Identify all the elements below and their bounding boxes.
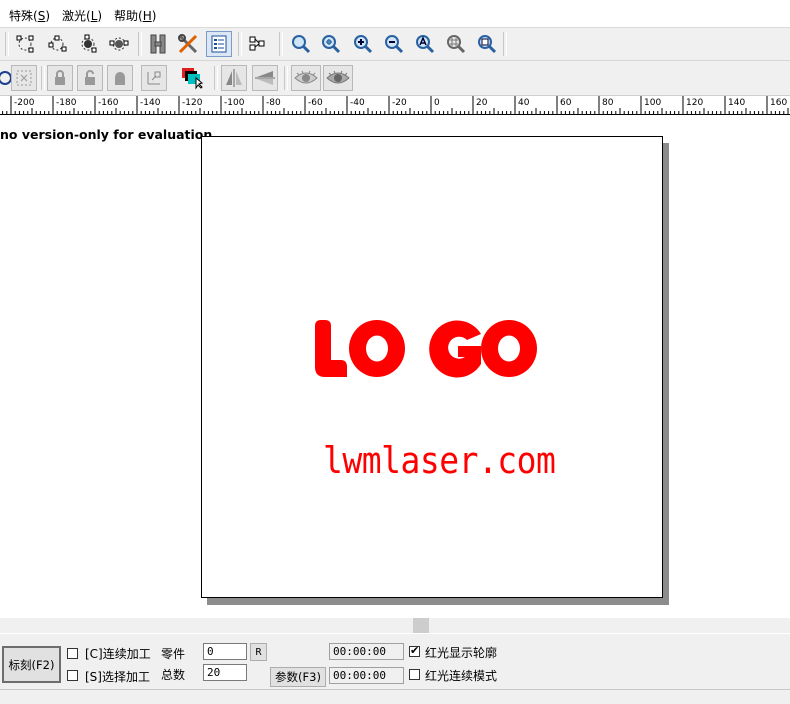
menu-bar: 特殊(S) 激光(L) 帮助(H) <box>0 0 790 28</box>
reset-parts-button[interactable]: R <box>250 643 267 661</box>
toolbar-separator <box>503 32 507 56</box>
h-hatch-icon[interactable] <box>145 31 171 57</box>
total-time-field: 00:00:00 <box>329 667 404 684</box>
ruler-label: 0 <box>434 98 440 108</box>
node-break-icon[interactable] <box>106 31 132 57</box>
tools-icon[interactable] <box>175 31 201 57</box>
node-delete-icon[interactable] <box>75 31 101 57</box>
lock-icon[interactable] <box>47 65 73 91</box>
scrollbar-thumb[interactable] <box>413 618 429 633</box>
continuous-label: [C]连续加工 <box>85 647 151 661</box>
main-toolbar <box>0 28 790 61</box>
zoom-in-icon[interactable] <box>318 31 344 57</box>
group-icon[interactable] <box>245 31 271 57</box>
eye-icon[interactable] <box>291 65 321 91</box>
toolbar-separator <box>238 32 242 56</box>
mirror-horizontal-icon[interactable] <box>221 65 247 91</box>
ruler-label: 40 <box>518 98 530 108</box>
unlock-icon[interactable] <box>77 65 103 91</box>
lock-shape-icon[interactable] <box>107 65 133 91</box>
parts-label: 零件 <box>161 647 186 661</box>
demo-notice: no version-only for evaluation <box>0 127 213 142</box>
color-icon[interactable] <box>179 65 205 91</box>
ruler-label: 60 <box>560 98 572 108</box>
red-continuous-label: 红光连续模式 <box>425 669 498 683</box>
select-process-checkbox[interactable] <box>67 670 78 681</box>
select-process-label: [S]选择加工 <box>85 670 150 684</box>
ruler-label: -60 <box>308 98 323 108</box>
red-outline-label: 红光显示轮廓 <box>425 646 498 660</box>
ruler-ticks: -200 -180 -160 -140 -120 -100 -80 -60 -40 -20 0 20 4… <box>2 96 789 114</box>
zoom-icon[interactable] <box>288 31 314 57</box>
ruler-label: 140 <box>728 98 745 108</box>
total-label: 总数 <box>161 668 186 682</box>
ruler-label: -180 <box>56 98 77 108</box>
drawing-canvas[interactable]: no version-only for evaluation lwmlaser.… <box>0 115 790 618</box>
red-outline-checkbox[interactable] <box>409 644 420 657</box>
status-divider <box>0 689 790 690</box>
ruler-label: -20 <box>392 98 407 108</box>
ruler-label: -40 <box>350 98 365 108</box>
menu-laser[interactable]: 激光(L) <box>62 7 102 24</box>
toolbar-separator <box>5 32 9 56</box>
node-add-icon[interactable] <box>44 31 70 57</box>
ruler-label: -100 <box>224 98 245 108</box>
ruler-label: 120 <box>686 98 703 108</box>
ruler-label: -80 <box>266 98 281 108</box>
menu-help[interactable]: 帮助(H) <box>114 7 156 24</box>
toolbar-separator <box>41 66 45 90</box>
logo-graphic[interactable] <box>315 320 545 384</box>
node-edit-icon[interactable] <box>12 31 38 57</box>
toolbar-separator <box>214 66 218 90</box>
zoom-grid-icon[interactable] <box>443 31 469 57</box>
ruler-label: -140 <box>140 98 161 108</box>
horizontal-ruler: -200 -180 -160 -140 -120 -100 -80 -60 -40 -20 0 20 4… <box>0 95 790 115</box>
elapsed-time-field: 00:00:00 <box>329 643 404 660</box>
ruler-label: 80 <box>602 98 614 108</box>
menu-special[interactable]: 特殊(S) <box>9 7 50 24</box>
grid-select-icon[interactable] <box>11 65 37 91</box>
url-text-object[interactable]: lwmlaser.com <box>323 439 556 482</box>
zoom-minus-icon[interactable] <box>381 31 407 57</box>
zoom-all-icon[interactable] <box>412 31 438 57</box>
parts-field[interactable]: 0 <box>203 643 247 660</box>
secondary-toolbar <box>0 62 790 95</box>
work-area[interactable]: lwmlaser.com <box>201 136 663 598</box>
total-field[interactable]: 20 <box>203 664 247 681</box>
ruler-label: -120 <box>182 98 203 108</box>
mirror-vertical-icon[interactable] <box>252 65 278 91</box>
toolbar-separator <box>138 32 142 56</box>
ruler-label: 100 <box>644 98 661 108</box>
horizontal-scrollbar[interactable] <box>0 618 790 633</box>
toolbar-separator <box>279 32 283 56</box>
zoom-plus-icon[interactable] <box>350 31 376 57</box>
mark-button[interactable]: 标刻(F2) <box>2 646 61 683</box>
align-icon[interactable] <box>141 65 167 91</box>
zoom-page-icon[interactable] <box>474 31 500 57</box>
ruler-label: -200 <box>14 98 35 108</box>
continuous-checkbox[interactable] <box>67 648 78 659</box>
toolbar-separator <box>284 66 288 90</box>
params-button[interactable]: 参数(F3) <box>270 667 326 687</box>
red-continuous-checkbox[interactable] <box>409 669 420 680</box>
object-list-icon[interactable] <box>206 31 232 57</box>
eye-hatch-icon[interactable] <box>323 65 353 91</box>
ruler-label: 20 <box>476 98 488 108</box>
mark-panel: 标刻(F2) [C]连续加工 [S]选择加工 零件 总数 0 20 R 00:0… <box>0 633 790 704</box>
ruler-label: 160 <box>770 98 787 108</box>
ruler-label: -160 <box>98 98 119 108</box>
